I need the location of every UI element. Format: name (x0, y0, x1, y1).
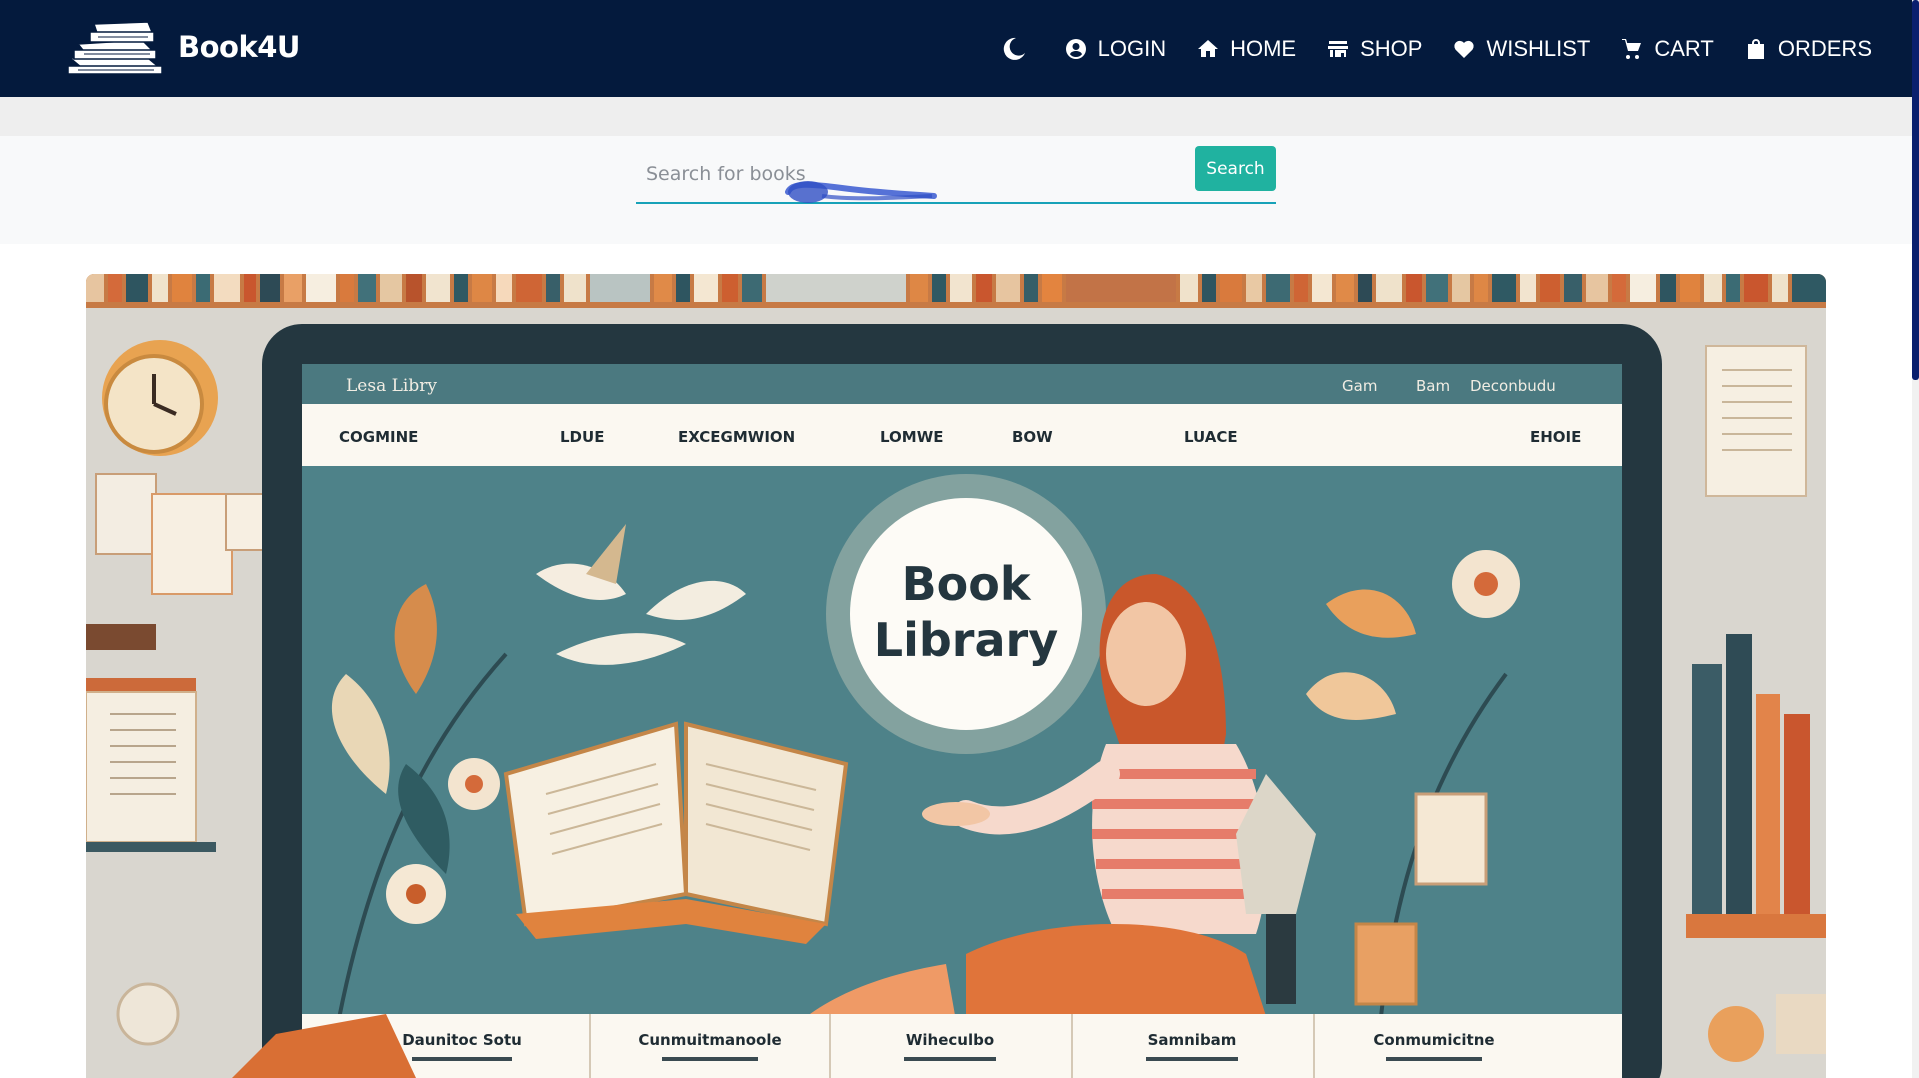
main-nav: LOGIN HOME SHOP WISHLIST CART ORDERS (998, 0, 1872, 97)
nav-orders-label: ORDERS (1777, 35, 1872, 61)
bag-icon (1747, 38, 1764, 59)
screen-footer-item: Conmumicitne (1373, 1031, 1494, 1049)
screen-menu-item: LOMWE (880, 428, 944, 446)
store-icon (1328, 40, 1349, 57)
screen-menu-item: EHOIE (1530, 428, 1581, 446)
hero-title-badge: Book Library (826, 474, 1106, 754)
nav-shop-label: SHOP (1360, 35, 1423, 61)
header-spacer (0, 97, 1912, 136)
screen-title: Lesa Libry (346, 376, 437, 396)
heart-icon (1454, 40, 1475, 58)
page-scrollbar-thumb[interactable] (1912, 0, 1919, 380)
top-shelf-books (86, 274, 1826, 302)
screen-menu-item: BOW (1012, 428, 1053, 446)
screen-menu-item: EXCEGMWION (678, 428, 795, 446)
brand[interactable]: Book4U (64, 18, 300, 76)
screen-menu-item: LUACE (1184, 428, 1238, 446)
screen-footer-item: Cunmuitmanoole (638, 1031, 781, 1049)
moon-icon (1003, 37, 1025, 60)
screen-top-link: Gam (1342, 377, 1377, 395)
hero-illustration: Lesa Libry Gam Bam Deconbudu COGMINE LDU… (86, 274, 1826, 1078)
book-stack-icon (67, 21, 163, 75)
nav-wishlist[interactable]: WISHLIST (1452, 36, 1590, 62)
screen-footer-item: Samnibam (1148, 1031, 1237, 1049)
nav-home[interactable]: HOME (1196, 36, 1296, 62)
nav-cart-label: CART (1654, 35, 1714, 61)
search-button[interactable]: Search (1195, 146, 1276, 191)
nav-orders[interactable]: ORDERS (1744, 36, 1872, 62)
screen-footer-item: Wiheculbo (906, 1031, 994, 1049)
home-icon (1198, 39, 1219, 57)
brand-name: Book4U (178, 30, 300, 64)
screen-menu-item: LDUE (560, 428, 604, 446)
search-form: Search (636, 146, 1276, 204)
screen-footer-item: Daunitoc Sotu (402, 1031, 522, 1049)
nav-cart[interactable]: CART (1620, 36, 1714, 62)
hero-title-line1: Book (902, 557, 1032, 611)
nav-shop[interactable]: SHOP (1326, 36, 1422, 62)
screen-top-link: Bam (1416, 377, 1450, 395)
nav-home-label: HOME (1230, 35, 1297, 61)
top-navbar: Book4U LOGIN HOME SHOP WISHLIST CART ORD… (0, 0, 1912, 97)
theme-toggle[interactable] (998, 34, 1028, 64)
open-book-illustration (503, 721, 849, 944)
hero-banner: Lesa Libry Gam Bam Deconbudu COGMINE LDU… (86, 274, 1826, 1078)
screen-menu-item: COGMINE (339, 428, 418, 446)
hero-title-line2: Library (874, 613, 1058, 667)
cursor-scribble (785, 181, 937, 203)
nav-wishlist-label: WISHLIST (1486, 35, 1591, 61)
nav-login-label: LOGIN (1097, 35, 1167, 61)
screen-menu-bar (302, 404, 1622, 466)
screen-top-link: Deconbudu (1470, 377, 1556, 395)
cart-icon (1622, 38, 1642, 59)
nav-login[interactable]: LOGIN (1064, 36, 1166, 62)
user-circle-icon (1065, 38, 1086, 59)
